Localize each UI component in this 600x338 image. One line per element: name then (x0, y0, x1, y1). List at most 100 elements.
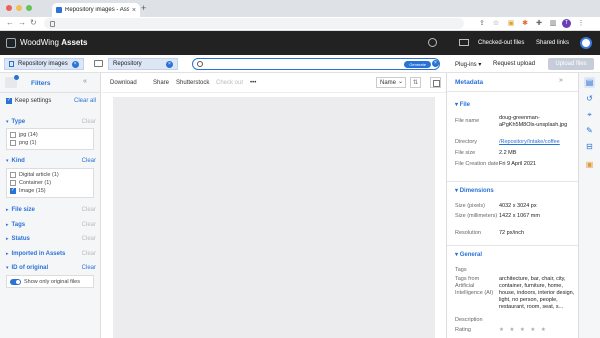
collapse-icon[interactable]: « (83, 78, 87, 85)
kind-section-header[interactable]: ▾ Kind Clear (6, 158, 96, 164)
close-icon[interactable]: × (432, 60, 439, 67)
check-out-button[interactable]: Check out (216, 80, 243, 86)
clear-all-link[interactable]: Clear all (74, 98, 96, 104)
new-tab-button[interactable]: + (141, 3, 146, 13)
tags-key: Tags (455, 267, 467, 273)
bookmark-star-icon[interactable]: ☆ (492, 20, 500, 28)
original-files-toggle-row[interactable]: Show only original files (10, 278, 90, 286)
app-header: WoodWing Assets Checked-out files Shared… (0, 31, 600, 55)
checkbox[interactable] (10, 132, 16, 138)
extensions-icon[interactable]: ✚ (535, 20, 543, 28)
checkbox[interactable] (10, 187, 16, 194)
imported-title: Imported in Assets (11, 251, 66, 257)
browser-profile-avatar[interactable]: T (562, 19, 571, 28)
extension-puzzle-icon[interactable]: ▣ (507, 20, 515, 28)
file-size-clear-link[interactable]: Clear (82, 207, 96, 213)
filter-icon[interactable] (5, 75, 19, 88)
checkbox[interactable] (10, 140, 16, 146)
file-size-section-header[interactable]: ▸ File size Clear (6, 207, 96, 213)
status-section-header[interactable]: ▸ Status Clear (6, 236, 96, 242)
kind-option[interactable]: Image (15) (10, 187, 90, 195)
close-icon[interactable]: × (166, 60, 173, 68)
original-files-toggle[interactable] (10, 279, 21, 285)
upload-files-button[interactable]: Upload files (548, 58, 594, 70)
kind-clear-link[interactable]: Clear (82, 158, 96, 164)
link-icon[interactable]: ⊟ (584, 141, 595, 152)
share-button[interactable]: Share (153, 80, 169, 86)
keep-settings-checkbox[interactable] (6, 97, 12, 104)
checkbox[interactable] (10, 180, 16, 186)
size-pixels-key: Size (pixels) (455, 203, 485, 209)
shutterstock-button[interactable]: Shutterstock (176, 80, 209, 86)
type-section-header[interactable]: ▾ Type Clear (6, 119, 96, 125)
history-icon[interactable]: ↺ (584, 93, 595, 104)
imported-section-header[interactable]: ▸ Imported in Assets Clear (6, 251, 96, 257)
collapse-icon[interactable]: » (559, 77, 563, 84)
browser-menu-icon[interactable]: ⋮ (577, 20, 585, 28)
location-pin-icon[interactable]: ⌖ (584, 109, 595, 120)
forward-icon[interactable]: → (18, 18, 26, 27)
dimensions-section-header[interactable]: ▾ Dimensions (455, 187, 494, 194)
sort-direction-icon[interactable]: ⇅ (410, 77, 421, 88)
extension-gear-icon[interactable]: ✱ (521, 20, 529, 28)
type-title: Type (11, 119, 26, 125)
view-mode-icon[interactable] (430, 77, 441, 88)
resolution-key: Resolution (455, 230, 481, 236)
user-avatar[interactable] (580, 37, 592, 49)
checkbox[interactable] (10, 172, 16, 178)
general-section-header[interactable]: ▾ General (455, 251, 482, 258)
kind-options: Digital article (1) Container (1) Image … (6, 168, 94, 198)
rating-stars[interactable]: ★ ★ ★ ★ ★ (499, 327, 575, 334)
metadata-panel-icon[interactable]: ▤ (584, 77, 595, 88)
globe-icon[interactable] (428, 38, 437, 47)
plugin-panel-icon[interactable]: ▣ (584, 159, 595, 170)
type-option[interactable]: jpg (14) (10, 131, 90, 139)
imported-clear-link[interactable]: Clear (82, 251, 96, 257)
chevron-down-icon: ▾ (6, 158, 9, 164)
tags-section-header[interactable]: ▸ Tags Clear (6, 222, 96, 228)
back-icon[interactable]: ← (6, 18, 14, 27)
size-pixels-row: Size (pixels) 4032 x 3024 px (455, 203, 575, 210)
location-chip[interactable]: Repository × (108, 58, 178, 70)
status-clear-link[interactable]: Clear (82, 236, 96, 242)
sidebar-icon[interactable]: ▥ (549, 20, 557, 28)
size-mm-row: Size (millimeters) 1422 x 1067 mm (455, 213, 575, 220)
search-box[interactable]: Generate × (192, 58, 440, 70)
more-actions-button[interactable]: ••• (250, 80, 256, 86)
app-logo[interactable]: WoodWing Assets (20, 38, 87, 47)
metadata-title: Metadata (455, 79, 484, 86)
sort-select[interactable]: Name ⌄ (376, 77, 406, 88)
browser-tab[interactable]: Repository images - Assets × (52, 3, 140, 17)
url-bar[interactable] (44, 18, 464, 29)
download-button[interactable]: Download (110, 80, 137, 86)
close-window-dot[interactable] (6, 5, 12, 11)
generate-button[interactable]: Generate (404, 60, 431, 68)
share-icon[interactable]: ⇪ (478, 20, 486, 28)
maximize-window-dot[interactable] (26, 5, 32, 11)
reload-icon[interactable]: ↻ (30, 18, 37, 27)
close-icon[interactable]: × (71, 60, 79, 68)
shared-links-link[interactable]: Shared links (536, 40, 569, 46)
browser-tabstrip: Repository images - Assets × + (0, 0, 600, 17)
tab-close-icon[interactable]: × (132, 7, 136, 14)
id-original-section-header[interactable]: ▾ ID of original Clear (6, 265, 96, 271)
minimize-window-dot[interactable] (16, 5, 22, 11)
type-clear-link[interactable]: Clear (82, 119, 96, 125)
tags-clear-link[interactable]: Clear (82, 222, 96, 228)
type-option[interactable]: png (1) (10, 139, 90, 147)
comment-icon[interactable]: ✎ (584, 125, 595, 136)
file-section-header[interactable]: ▾ File (455, 101, 470, 108)
request-upload-link[interactable]: Request upload (493, 61, 535, 67)
kind-option[interactable]: Digital article (1) (10, 171, 90, 179)
results-area[interactable] (113, 97, 435, 338)
folder-icon (94, 60, 103, 67)
option-label: Container (1) (19, 180, 52, 186)
directory-link[interactable]: /Repository/Intake/coffee (499, 139, 575, 146)
checked-out-files-link[interactable]: Checked-out files (478, 40, 524, 46)
collection-chip[interactable]: Repository images × (4, 58, 84, 70)
id-original-clear-link[interactable]: Clear (82, 265, 96, 271)
checked-out-icon (459, 39, 469, 46)
ai-tags-row: Tags from Artificial Intelligence (AI) a… (455, 276, 575, 311)
kind-option[interactable]: Container (1) (10, 179, 90, 187)
plugins-menu[interactable]: Plug-ins ▾ (455, 61, 481, 68)
